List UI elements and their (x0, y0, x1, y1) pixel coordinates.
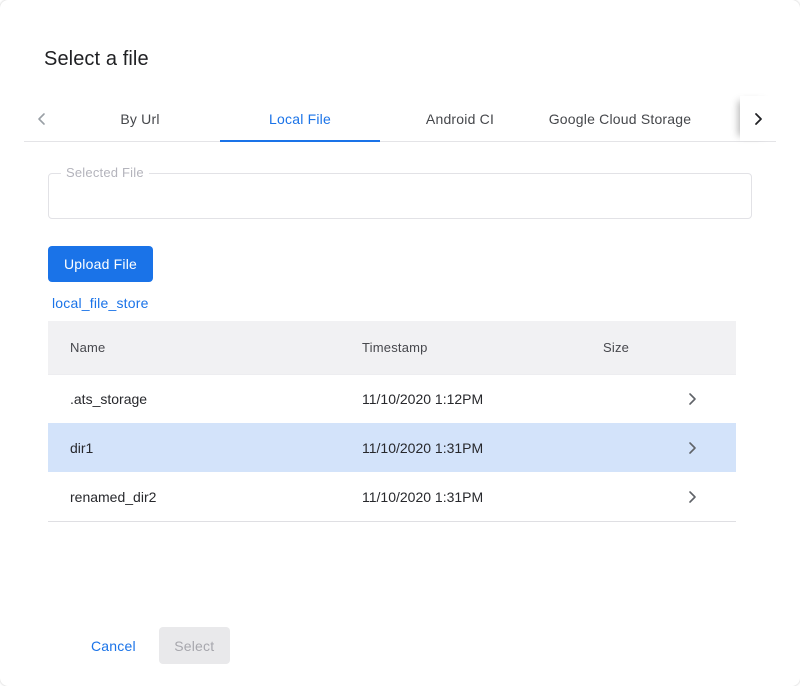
table-header-row: Name Timestamp Size (48, 321, 736, 374)
cell-timestamp: 11/10/2020 1:31PM (362, 440, 603, 456)
selected-file-input[interactable] (49, 174, 751, 218)
tab-spacer (700, 96, 740, 141)
tabs-scroll-left-button[interactable] (24, 96, 60, 141)
upload-file-button[interactable]: Upload File (48, 246, 153, 282)
dialog-title: Select a file (0, 0, 800, 72)
cell-name: dir1 (48, 440, 362, 456)
select-file-dialog: Select a file By Url Local File Android … (0, 0, 800, 686)
row-chevron-right-icon[interactable] (683, 392, 736, 406)
dialog-actions: Cancel Select (80, 627, 752, 664)
tab-google-cloud-storage[interactable]: Google Cloud Storage (540, 96, 700, 141)
local-file-store-link[interactable]: local_file_store (52, 295, 149, 311)
chevron-right-icon (751, 112, 765, 126)
table-row[interactable]: renamed_dir2 11/10/2020 1:31PM (48, 472, 736, 521)
row-chevron-right-icon[interactable] (683, 490, 736, 504)
table-row[interactable]: dir1 11/10/2020 1:31PM (48, 423, 736, 472)
cell-timestamp: 11/10/2020 1:12PM (362, 391, 603, 407)
selected-file-field: Selected File (48, 173, 752, 219)
cell-name: renamed_dir2 (48, 489, 362, 505)
tab-local-file[interactable]: Local File (220, 96, 380, 141)
table-row[interactable]: .ats_storage 11/10/2020 1:12PM (48, 374, 736, 423)
cell-name: .ats_storage (48, 391, 362, 407)
cancel-button[interactable]: Cancel (80, 628, 147, 664)
selected-file-label: Selected File (61, 165, 149, 180)
header-name: Name (48, 340, 362, 355)
file-table: Name Timestamp Size .ats_storage 11/10/2… (48, 321, 736, 522)
select-button[interactable]: Select (159, 627, 230, 664)
tab-bar: By Url Local File Android CI Google Clou… (24, 96, 776, 142)
tab-panel-local-file: Selected File Upload File local_file_sto… (0, 173, 800, 664)
cell-timestamp: 11/10/2020 1:31PM (362, 489, 603, 505)
breadcrumb: local_file_store (48, 293, 752, 314)
tab-android-ci[interactable]: Android CI (380, 96, 540, 141)
tabs-scroll-right-button[interactable] (740, 96, 776, 141)
chevron-left-icon (35, 112, 49, 126)
row-chevron-right-icon[interactable] (683, 441, 736, 455)
header-timestamp: Timestamp (362, 340, 603, 355)
tab-list: By Url Local File Android CI Google Clou… (60, 96, 700, 141)
header-size: Size (603, 340, 683, 355)
tab-by-url[interactable]: By Url (60, 96, 220, 141)
